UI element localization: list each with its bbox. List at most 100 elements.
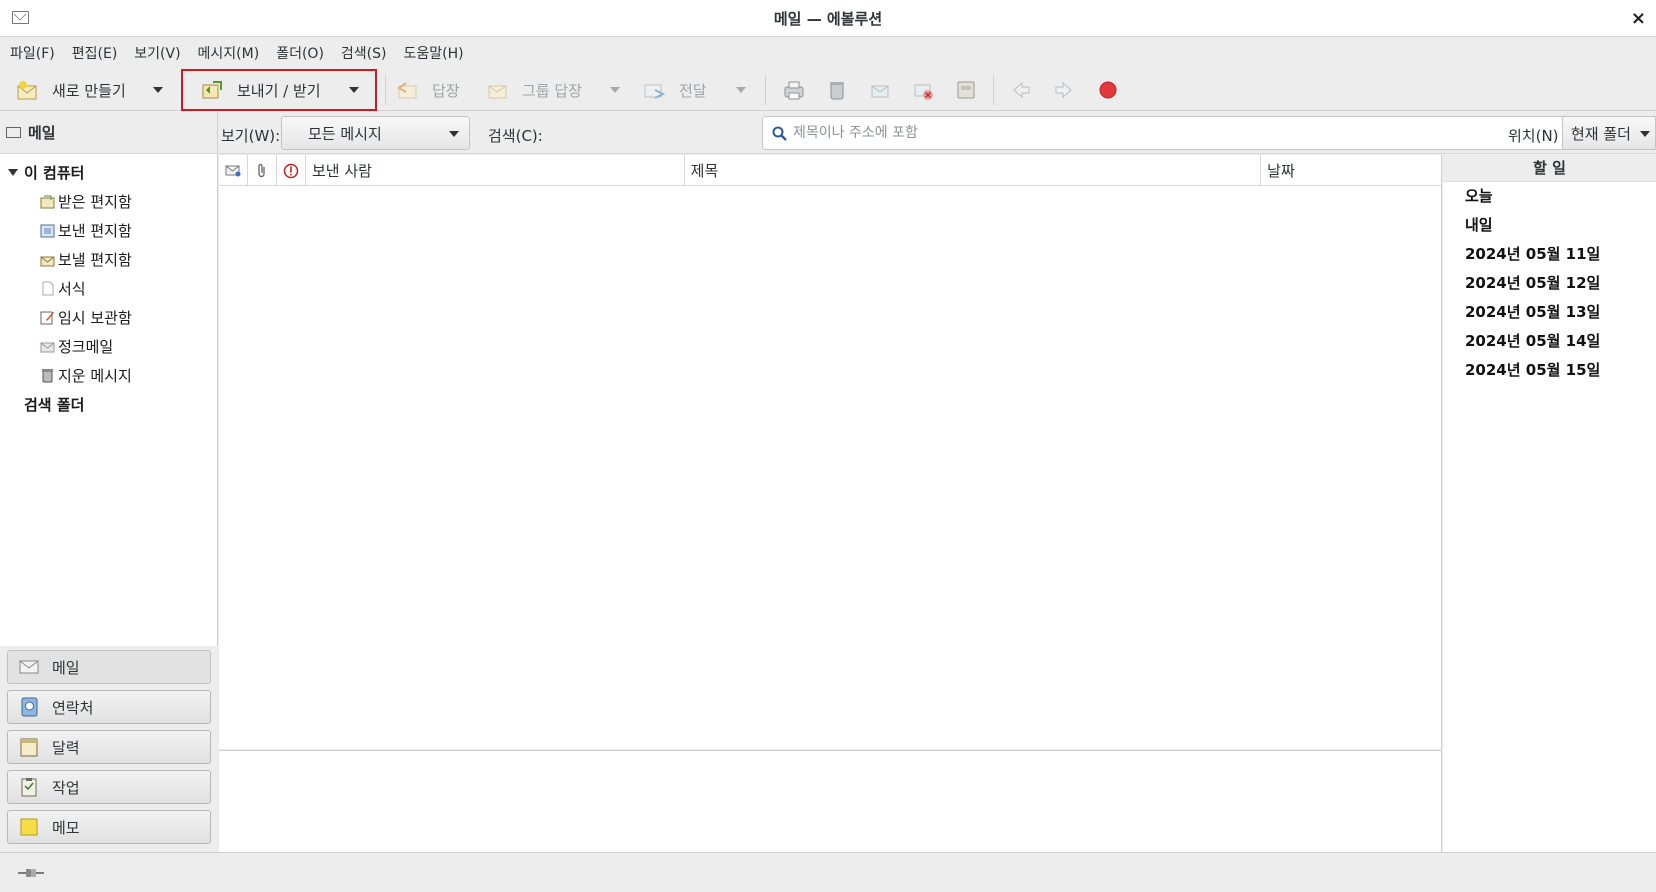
- folder-inbox[interactable]: 받은 편지함: [0, 187, 217, 216]
- close-window-button[interactable]: ×: [1631, 8, 1646, 29]
- reply-icon: [397, 82, 417, 99]
- folder-label: 정크메일: [58, 338, 114, 356]
- junk-icon[interactable]: [869, 79, 891, 101]
- status-column-header[interactable]: [219, 155, 248, 186]
- online-status-icon[interactable]: [18, 868, 44, 878]
- from-column-header[interactable]: 보낸 사람: [306, 155, 685, 186]
- sidebar-header: 메일: [0, 112, 217, 154]
- trash-icon: [42, 369, 53, 383]
- menu-view[interactable]: 보기(V): [128, 43, 186, 63]
- folder-label: 지운 메시지: [58, 367, 132, 385]
- forward-button[interactable]: 전달: [643, 69, 707, 111]
- drafts-icon: [40, 311, 54, 325]
- folder-trash[interactable]: 지운 메시지: [0, 361, 217, 390]
- todo-day-item[interactable]: 2024년 05월 12일: [1443, 269, 1656, 298]
- attachment-icon: [258, 163, 265, 178]
- sidebar-header-label: 메일: [28, 124, 56, 142]
- toolbar-separator: [765, 75, 766, 105]
- folder-outbox[interactable]: 보낼 편지함: [0, 245, 217, 274]
- scope-combo[interactable]: 현재 폴더: [1562, 116, 1656, 150]
- todo-day-item[interactable]: 2024년 05월 13일: [1443, 298, 1656, 327]
- message-list-header: 보낸 사람 제목 날짜: [219, 155, 1441, 186]
- menu-folder[interactable]: 폴더(O): [270, 43, 330, 63]
- forward-label: 전달: [679, 81, 707, 100]
- forward-dropdown-arrow[interactable]: [736, 87, 746, 93]
- switcher-calendar-button[interactable]: 달력: [7, 730, 211, 764]
- scope-value: 현재 폴더: [1571, 124, 1631, 143]
- new-button-label: 새로 만들기: [52, 81, 126, 100]
- delete-icon[interactable]: [826, 79, 848, 101]
- search-folders[interactable]: 검색 폴더: [0, 390, 217, 419]
- print-icon[interactable]: [783, 79, 805, 101]
- todo-day-item[interactable]: 2024년 05월 15일: [1443, 356, 1656, 385]
- read-status-icon: [225, 165, 241, 177]
- archive-icon[interactable]: [955, 79, 977, 101]
- todo-header: 할 일: [1443, 155, 1656, 182]
- expand-triangle-icon[interactable]: [8, 169, 18, 176]
- folder-junk[interactable]: 정크메일: [0, 332, 217, 361]
- folder-label: 임시 보관함: [58, 309, 132, 327]
- todo-day-item[interactable]: 내일: [1443, 211, 1656, 240]
- folder-sidebar: 메일 이 컴퓨터 받은 편지함 보낸 편지함 보낼 편지함 서식 임시 보관함: [0, 112, 218, 852]
- importance-icon: [283, 163, 299, 178]
- date-column-header[interactable]: 날짜: [1261, 155, 1441, 186]
- folder-sent[interactable]: 보낸 편지함: [0, 216, 217, 245]
- folder-label: 보낸 편지함: [58, 222, 132, 240]
- toolbar-separator: [993, 75, 994, 105]
- template-icon: [42, 281, 54, 296]
- folder-label: 서식: [58, 280, 86, 298]
- search-icon: [772, 126, 787, 141]
- chevron-down-icon: [449, 131, 459, 137]
- switcher-memos-button[interactable]: 메모: [7, 810, 211, 844]
- reply-label: 답장: [432, 81, 460, 100]
- search-label: 검색(C):: [488, 127, 543, 145]
- group-reply-button[interactable]: 그룹 답장: [486, 69, 582, 111]
- stop-icon[interactable]: [1097, 79, 1119, 101]
- window-title: 메일 — 에볼루션: [773, 9, 883, 28]
- menu-help[interactable]: 도움말(H): [398, 43, 470, 63]
- account-this-computer[interactable]: 이 컴퓨터: [0, 158, 217, 187]
- menu-file[interactable]: 파일(F): [4, 43, 61, 63]
- chevron-down-icon: [1640, 131, 1650, 137]
- subject-column-label: 제목: [690, 162, 719, 180]
- sent-icon: [40, 224, 55, 238]
- new-button[interactable]: 새로 만들기: [16, 69, 126, 111]
- contacts-icon: [21, 697, 38, 717]
- subject-column-header[interactable]: 제목: [685, 155, 1262, 186]
- folder-templates[interactable]: 서식: [0, 274, 217, 303]
- next-arrow-icon[interactable]: [1053, 79, 1075, 101]
- menu-message[interactable]: 메시지(M): [192, 43, 266, 63]
- todo-pane: 할 일 오늘 내일 2024년 05월 11일 2024년 05월 12일 20…: [1443, 155, 1656, 852]
- switcher-label: 연락처: [52, 698, 94, 717]
- mail-icon: [19, 660, 39, 674]
- switcher-label: 작업: [52, 778, 80, 797]
- folder-drafts[interactable]: 임시 보관함: [0, 303, 217, 332]
- new-dropdown-arrow[interactable]: [153, 87, 163, 93]
- date-column-label: 날짜: [1267, 162, 1295, 180]
- todo-day-item[interactable]: 2024년 05월 11일: [1443, 240, 1656, 269]
- switcher-mail-button[interactable]: 메일: [7, 650, 211, 684]
- new-message-icon: [17, 81, 37, 100]
- reply-button[interactable]: 답장: [396, 69, 460, 111]
- switcher-label: 달력: [52, 738, 80, 757]
- switcher-contacts-button[interactable]: 연락처: [7, 690, 211, 724]
- not-junk-icon[interactable]: [912, 79, 934, 101]
- importance-column-header[interactable]: [277, 155, 306, 186]
- title-bar: 메일 — 에볼루션 ×: [0, 0, 1656, 37]
- switcher-label: 메모: [52, 818, 80, 837]
- todo-day-item[interactable]: 오늘: [1443, 182, 1656, 211]
- group-reply-dropdown-arrow[interactable]: [610, 87, 620, 93]
- todo-day-item[interactable]: 2024년 05월 14일: [1443, 327, 1656, 356]
- view-filter-combo[interactable]: 모든 메시지: [281, 116, 470, 150]
- menu-search[interactable]: 검색(S): [335, 43, 393, 63]
- switcher-tasks-button[interactable]: 작업: [7, 770, 211, 804]
- message-preview-pane[interactable]: [219, 750, 1442, 852]
- previous-arrow-icon[interactable]: [1010, 79, 1032, 101]
- group-reply-label: 그룹 답장: [522, 81, 582, 100]
- menu-edit[interactable]: 편집(E): [66, 43, 124, 63]
- memos-icon: [20, 818, 38, 836]
- message-list[interactable]: 보낸 사람 제목 날짜: [219, 155, 1442, 749]
- attachment-column-header[interactable]: [248, 155, 277, 186]
- status-bar: [0, 852, 1656, 892]
- search-filter-bar: 보기(W): 모든 메시지 검색(C): 위치(N) 현재 폴더: [219, 112, 1656, 154]
